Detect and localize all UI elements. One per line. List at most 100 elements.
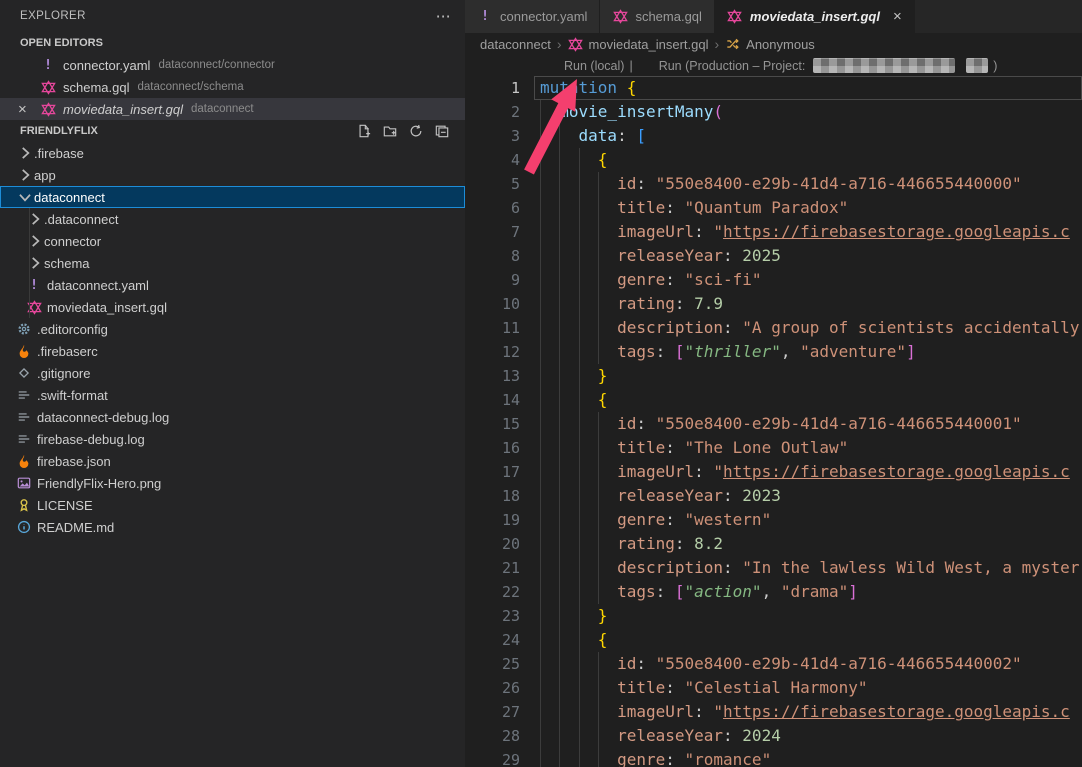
code-line-9[interactable]: 9 genre: "sci-fi": [465, 268, 1082, 292]
tree-item--dataconnect[interactable]: .dataconnect: [0, 208, 465, 230]
tree-item-readme-md[interactable]: README.md: [0, 516, 465, 538]
tab-moviedata-insert-gql[interactable]: moviedata_insert.gql×: [715, 0, 915, 33]
open-editor-name: connector.yaml: [63, 58, 150, 73]
code-line-2[interactable]: 2 movie_insertMany(: [465, 100, 1082, 124]
code-line-1[interactable]: 1mutation {: [465, 76, 1082, 100]
refresh-explorer-button[interactable]: [407, 122, 425, 140]
tree-item--firebaserc[interactable]: .firebaserc: [0, 340, 465, 362]
code-line-16[interactable]: 16 title: "The Lone Outlaw": [465, 436, 1082, 460]
code-line-28[interactable]: 28 releaseYear: 2024: [465, 724, 1082, 748]
indent-guide: [559, 556, 560, 580]
indent-guide: [559, 628, 560, 652]
tree-item-dataconnect[interactable]: dataconnect: [0, 186, 465, 208]
code-editor[interactable]: 1mutation {2 movie_insertMany(3 data: [4…: [465, 76, 1082, 767]
tab-connector-yaml[interactable]: !connector.yaml: [465, 0, 600, 33]
code-line-7[interactable]: 7 imageUrl: "https://firebasestorage.goo…: [465, 220, 1082, 244]
close-icon[interactable]: ×: [893, 8, 902, 25]
indent-guide: [579, 220, 580, 244]
indent-guide: [559, 268, 560, 292]
indent-guide: [559, 700, 560, 724]
code-line-content: description: "In the lawless Wild West, …: [520, 556, 1082, 580]
code-line-22[interactable]: 22 tags: ["action", "drama"]: [465, 580, 1082, 604]
tree-item-schema[interactable]: schema: [0, 252, 465, 274]
tree-item-connector[interactable]: connector: [0, 230, 465, 252]
chevron-right-icon: [16, 166, 34, 184]
tree-item-dataconnect-debug-log[interactable]: dataconnect-debug.log: [0, 406, 465, 428]
code-line-25[interactable]: 25 id: "550e8400-e29b-41d4-a716-44665544…: [465, 652, 1082, 676]
code-line-4[interactable]: 4 {: [465, 148, 1082, 172]
tree-item-firebase-debug-log[interactable]: firebase-debug.log: [0, 428, 465, 450]
tree-item--firebase[interactable]: .firebase: [0, 142, 465, 164]
indent-guide: [540, 604, 541, 628]
run-local-link[interactable]: Run (local): [564, 59, 624, 73]
explorer-sidebar: EXPLORER ⋯ OPEN EDITORS !connector.yamld…: [0, 0, 465, 767]
code-line-3[interactable]: 3 data: [: [465, 124, 1082, 148]
indent-guide: [559, 724, 560, 748]
indent-guide: [598, 676, 599, 700]
tree-item--editorconfig[interactable]: .editorconfig: [0, 318, 465, 340]
indent-guide: [559, 172, 560, 196]
project-section-header[interactable]: FRIENDLYFLIX: [0, 120, 465, 142]
new-file-button[interactable]: [355, 122, 373, 140]
code-line-18[interactable]: 18 releaseYear: 2023: [465, 484, 1082, 508]
line-number: 11: [465, 316, 520, 340]
open-editor-item[interactable]: !connector.yamldataconnect/connector: [0, 54, 465, 76]
indent-guide: [540, 724, 541, 748]
tree-item-friendlyflix-hero-png[interactable]: FriendlyFlix-Hero.png: [0, 472, 465, 494]
tree-item-dataconnect-yaml[interactable]: !dataconnect.yaml: [0, 274, 465, 296]
code-line-23[interactable]: 23 }: [465, 604, 1082, 628]
new-folder-button[interactable]: [381, 122, 399, 140]
code-line-content: }: [520, 604, 1082, 628]
tree-item--gitignore[interactable]: .gitignore: [0, 362, 465, 384]
code-line-20[interactable]: 20 rating: 8.2: [465, 532, 1082, 556]
code-line-11[interactable]: 11 description: "A group of scientists a…: [465, 316, 1082, 340]
code-line-21[interactable]: 21 description: "In the lawless Wild Wes…: [465, 556, 1082, 580]
code-line-24[interactable]: 24 {: [465, 628, 1082, 652]
code-line-27[interactable]: 27 imageUrl: "https://firebasestorage.go…: [465, 700, 1082, 724]
indent-guide: [540, 172, 541, 196]
code-line-8[interactable]: 8 releaseYear: 2025: [465, 244, 1082, 268]
code-line-19[interactable]: 19 genre: "western": [465, 508, 1082, 532]
code-line-5[interactable]: 5 id: "550e8400-e29b-41d4-a716-446655440…: [465, 172, 1082, 196]
code-line-15[interactable]: 15 id: "550e8400-e29b-41d4-a716-44665544…: [465, 412, 1082, 436]
explorer-title: EXPLORER: [20, 10, 86, 22]
code-line-14[interactable]: 14 {: [465, 388, 1082, 412]
code-line-10[interactable]: 10 rating: 7.9: [465, 292, 1082, 316]
code-line-17[interactable]: 17 imageUrl: "https://firebasestorage.go…: [465, 460, 1082, 484]
collapse-folders-button[interactable]: [433, 122, 451, 140]
indent-guide: [559, 580, 560, 604]
code-line-26[interactable]: 26 title: "Celestial Harmony": [465, 676, 1082, 700]
code-line-6[interactable]: 6 title: "Quantum Paradox": [465, 196, 1082, 220]
tree-item-license[interactable]: LICENSE: [0, 494, 465, 516]
code-line-content: genre: "romance": [520, 748, 1082, 767]
breadcrumb-item[interactable]: Anonymous: [746, 37, 815, 52]
breadcrumb-item[interactable]: dataconnect: [480, 37, 551, 52]
indent-guide: [579, 532, 580, 556]
indent-guide: [540, 460, 541, 484]
tree-item-firebase-json[interactable]: firebase.json: [0, 450, 465, 472]
open-editor-item[interactable]: schema.gqldataconnect/schema: [0, 76, 465, 98]
tree-item-moviedata-insert-gql[interactable]: moviedata_insert.gql: [0, 296, 465, 318]
breadcrumb-item[interactable]: moviedata_insert.gql: [589, 37, 709, 52]
close-icon[interactable]: ×: [18, 102, 27, 117]
file-tree: .firebaseappdataconnect.dataconnectconne…: [0, 142, 465, 538]
graphql-icon: [727, 9, 743, 25]
tree-item-label: firebase-debug.log: [37, 432, 145, 447]
open-editors-section-header[interactable]: OPEN EDITORS: [0, 32, 465, 54]
indent-guide: [579, 748, 580, 767]
indent-guide: [540, 580, 541, 604]
line-number: 6: [465, 196, 520, 220]
tree-item-app[interactable]: app: [0, 164, 465, 186]
tree-item--swift-format[interactable]: .swift-format: [0, 384, 465, 406]
indent-guide: [559, 748, 560, 767]
run-production-link[interactable]: Run (Production – Project:: [659, 59, 806, 73]
code-line-13[interactable]: 13 }: [465, 364, 1082, 388]
ellipsis-icon[interactable]: ⋯: [436, 9, 451, 24]
code-line-29[interactable]: 29 genre: "romance": [465, 748, 1082, 767]
tab-schema-gql[interactable]: schema.gql: [600, 0, 714, 33]
indent-guide: [540, 700, 541, 724]
open-editor-item[interactable]: ×moviedata_insert.gqldataconnect: [0, 98, 465, 120]
code-line-content: imageUrl: "https://firebasestorage.googl…: [520, 220, 1082, 244]
code-line-12[interactable]: 12 tags: ["thriller", "adventure"]: [465, 340, 1082, 364]
indent-guide: [540, 412, 541, 436]
